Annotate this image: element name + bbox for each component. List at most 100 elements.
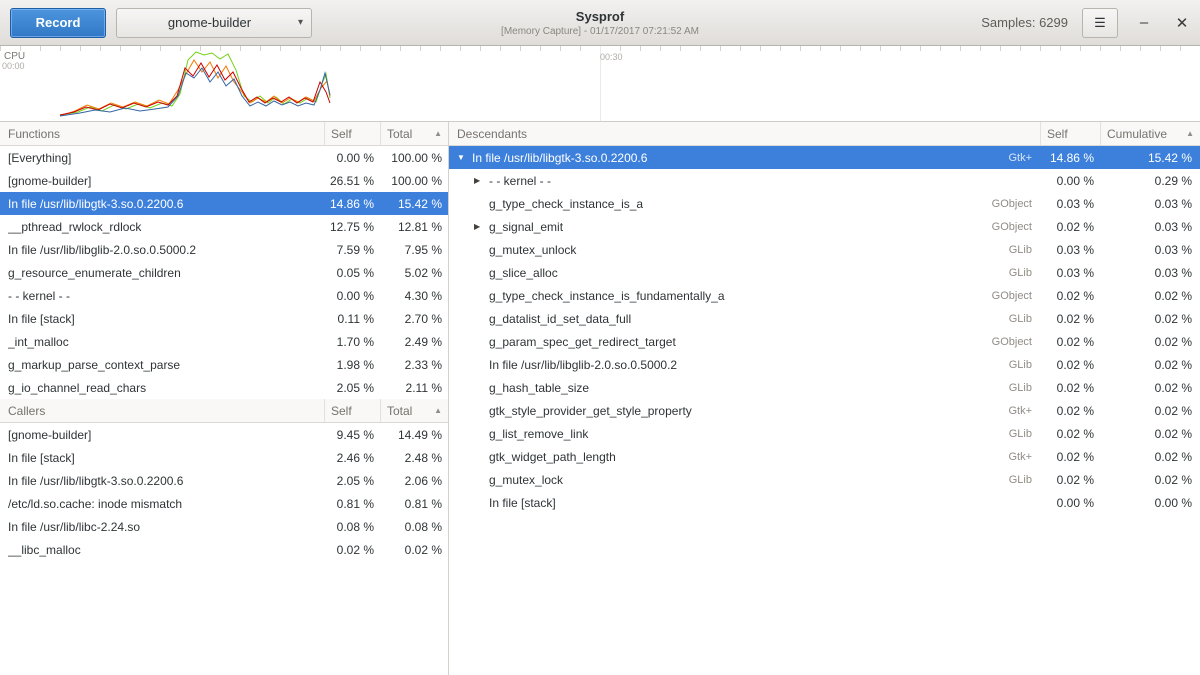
caller-row[interactable]: __libc_malloc 0.02 % 0.02 % (0, 538, 448, 561)
self-percent: 0.00 % (324, 289, 380, 303)
library-tag: GLib (966, 267, 1040, 279)
descendant-row[interactable]: g_datalist_id_set_data_full GLib 0.02 % … (449, 307, 1200, 330)
function-row[interactable]: In file /usr/lib/libglib-2.0.so.0.5000.2… (0, 238, 448, 261)
tree-expander-icon[interactable]: ▶ (472, 222, 489, 231)
headerbar: Record gnome-builder ▾ Sysprof [Memory C… (0, 0, 1200, 46)
close-button[interactable]: ✕ (1170, 14, 1194, 32)
self-percent: 0.08 % (324, 520, 380, 534)
function-name: - - kernel - - (8, 289, 324, 303)
total-percent: 2.49 % (380, 335, 448, 349)
cumulative-percent: 0.02 % (1100, 404, 1200, 418)
indent-spacer (455, 180, 472, 181)
descendants-column-header[interactable]: Descendants (449, 122, 1040, 145)
caller-row[interactable]: In file /usr/lib/libgtk-3.so.0.2200.6 2.… (0, 469, 448, 492)
tree-expander-icon[interactable]: ▶ (472, 176, 489, 185)
self-percent: 0.02 % (1040, 473, 1100, 487)
total-percent: 2.11 % (380, 381, 448, 395)
self-percent: 14.86 % (324, 197, 380, 211)
function-row[interactable]: In file /usr/lib/libgtk-3.so.0.2200.6 14… (0, 192, 448, 215)
descendant-row[interactable]: ▶ - - kernel - - 0.00 % 0.29 % (449, 169, 1200, 192)
descendant-row[interactable]: In file /usr/lib/libglib-2.0.so.0.5000.2… (449, 353, 1200, 376)
caller-row[interactable]: In file [stack] 2.46 % 2.48 % (0, 446, 448, 469)
library-tag: GObject (966, 221, 1040, 233)
descendant-name: g_mutex_unlock (489, 243, 966, 257)
window-title: Sysprof (576, 9, 624, 24)
descendant-row[interactable]: g_list_remove_link GLib 0.02 % 0.02 % (449, 422, 1200, 445)
functions-rows: [Everything] 0.00 % 100.00 % [gnome-buil… (0, 146, 448, 399)
self-column-label: Self (1047, 127, 1068, 141)
total-column-label: Total (387, 404, 412, 418)
indent-spacer (455, 295, 472, 296)
cumulative-percent: 0.02 % (1100, 450, 1200, 464)
descendant-row[interactable]: gtk_widget_path_length Gtk+ 0.02 % 0.02 … (449, 445, 1200, 468)
total-percent: 2.48 % (380, 451, 448, 465)
descendants-cumulative-column-header[interactable]: Cumulative ▲ (1100, 122, 1200, 145)
function-row[interactable]: g_io_channel_read_chars 2.05 % 2.11 % (0, 376, 448, 399)
descendant-row[interactable]: g_mutex_lock GLib 0.02 % 0.02 % (449, 468, 1200, 491)
indent-spacer (455, 364, 472, 365)
self-percent: 0.11 % (324, 312, 380, 326)
descendant-name: g_type_check_instance_is_a (489, 197, 966, 211)
functions-column-header[interactable]: Functions (0, 122, 324, 145)
self-percent: 0.05 % (324, 266, 380, 280)
tree-expander-icon[interactable]: ▼ (455, 153, 472, 162)
descendant-row[interactable]: g_mutex_unlock GLib 0.03 % 0.03 % (449, 238, 1200, 261)
function-row[interactable]: g_resource_enumerate_children 0.05 % 5.0… (0, 261, 448, 284)
descendant-row[interactable]: g_type_check_instance_is_a GObject 0.03 … (449, 192, 1200, 215)
functions-self-column-header[interactable]: Self (324, 122, 380, 145)
cumulative-percent: 0.03 % (1100, 220, 1200, 234)
minimize-button[interactable]: – (1132, 14, 1156, 31)
library-tag: Gtk+ (966, 451, 1040, 463)
cumulative-percent: 0.02 % (1100, 381, 1200, 395)
descendant-row[interactable]: In file [stack] 0.00 % 0.00 % (449, 491, 1200, 514)
indent-spacer (455, 249, 472, 250)
descendant-name: g_datalist_id_set_data_full (489, 312, 966, 326)
function-row[interactable]: In file [stack] 0.11 % 2.70 % (0, 307, 448, 330)
descendant-row[interactable]: g_type_check_instance_is_fundamentally_a… (449, 284, 1200, 307)
cumulative-percent: 0.02 % (1100, 358, 1200, 372)
function-row[interactable]: __pthread_rwlock_rdlock 12.75 % 12.81 % (0, 215, 448, 238)
process-selector-dropdown[interactable]: gnome-builder ▾ (116, 8, 312, 38)
record-button[interactable]: Record (10, 8, 106, 38)
descendant-row[interactable]: g_hash_table_size GLib 0.02 % 0.02 % (449, 376, 1200, 399)
descendant-row[interactable]: g_slice_alloc GLib 0.03 % 0.03 % (449, 261, 1200, 284)
functions-table-header: Functions Self Total ▲ (0, 122, 448, 146)
descendant-row[interactable]: g_param_spec_get_redirect_target GObject… (449, 330, 1200, 353)
descendant-name: g_slice_alloc (489, 266, 966, 280)
descendants-self-column-header[interactable]: Self (1040, 122, 1100, 145)
descendant-row[interactable]: ▼ In file /usr/lib/libgtk-3.so.0.2200.6 … (449, 146, 1200, 169)
self-percent: 0.02 % (324, 543, 380, 557)
library-tag: GObject (966, 336, 1040, 348)
functions-total-column-header[interactable]: Total ▲ (380, 122, 448, 145)
caller-row[interactable]: In file /usr/lib/libc-2.24.so 0.08 % 0.0… (0, 515, 448, 538)
hamburger-menu-icon: ☰ (1094, 15, 1106, 31)
self-percent: 2.05 % (324, 474, 380, 488)
cumulative-percent: 0.02 % (1100, 473, 1200, 487)
function-row[interactable]: g_markup_parse_context_parse 1.98 % 2.33… (0, 353, 448, 376)
function-name: In file [stack] (8, 312, 324, 326)
self-column-label: Self (331, 127, 352, 141)
callers-total-column-header[interactable]: Total ▲ (380, 399, 448, 422)
function-row[interactable]: - - kernel - - 0.00 % 4.30 % (0, 284, 448, 307)
caller-row[interactable]: /etc/ld.so.cache: inode mismatch 0.81 % … (0, 492, 448, 515)
cpu-usage-graph[interactable]: CPU 00:00 00:30 (0, 46, 1200, 121)
self-percent: 0.02 % (1040, 381, 1100, 395)
descendant-row[interactable]: gtk_style_provider_get_style_property Gt… (449, 399, 1200, 422)
callers-self-column-header[interactable]: Self (324, 399, 380, 422)
cumulative-percent: 0.02 % (1100, 335, 1200, 349)
indent-spacer (455, 456, 472, 457)
total-percent: 14.49 % (380, 428, 448, 442)
chevron-down-icon: ▾ (298, 17, 303, 28)
total-percent: 0.02 % (380, 543, 448, 557)
descendant-name: g_hash_table_size (489, 381, 966, 395)
descendant-row[interactable]: ▶ g_signal_emit GObject 0.02 % 0.03 % (449, 215, 1200, 238)
menu-button[interactable]: ☰ (1082, 8, 1118, 38)
caller-row[interactable]: [gnome-builder] 9.45 % 14.49 % (0, 423, 448, 446)
function-row[interactable]: _int_malloc 1.70 % 2.49 % (0, 330, 448, 353)
function-row[interactable]: [gnome-builder] 26.51 % 100.00 % (0, 169, 448, 192)
callers-column-header[interactable]: Callers (0, 399, 324, 422)
cumulative-percent: 0.02 % (1100, 312, 1200, 326)
descendant-name: g_type_check_instance_is_fundamentally_a (489, 289, 966, 303)
function-row[interactable]: [Everything] 0.00 % 100.00 % (0, 146, 448, 169)
descendant-name: gtk_widget_path_length (489, 450, 966, 464)
